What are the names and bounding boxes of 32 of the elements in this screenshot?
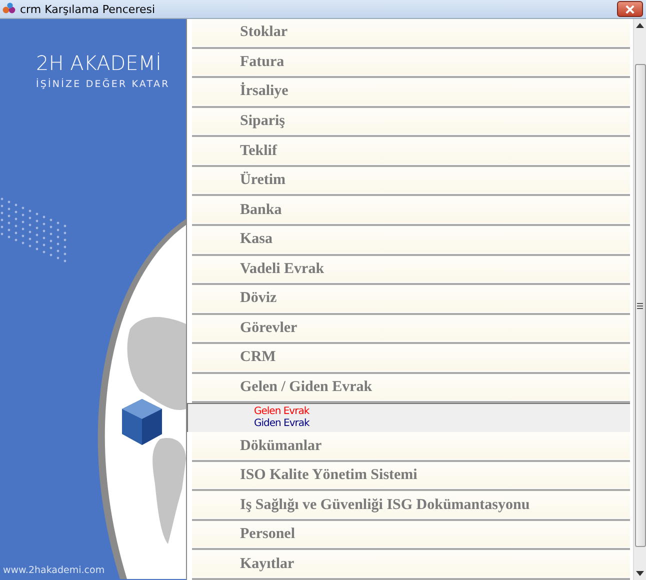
brand-tagline: İŞİNİZE DEĞER KATAR bbox=[36, 79, 170, 90]
window-title: crm Karşılama Penceresi bbox=[20, 2, 156, 16]
menu-item[interactable]: Stoklar bbox=[192, 19, 630, 49]
app-icon bbox=[2, 2, 16, 16]
menu-item[interactable]: Kayıtlar bbox=[192, 550, 630, 580]
menu-item[interactable]: Görevler bbox=[192, 314, 630, 344]
menu-item[interactable]: Teklif bbox=[192, 137, 630, 167]
menu-item[interactable]: İrsaliye bbox=[192, 78, 630, 108]
menu-item[interactable]: Banka bbox=[192, 196, 630, 226]
submenu-link[interactable]: Gelen Evrak bbox=[254, 406, 630, 418]
menu-item[interactable]: Personel bbox=[192, 520, 630, 550]
menu-item[interactable]: Kasa bbox=[192, 226, 630, 256]
menu-item[interactable]: Vadeli Evrak bbox=[192, 256, 630, 286]
scrollbar[interactable] bbox=[633, 19, 646, 580]
menu-item[interactable]: Döviz bbox=[192, 285, 630, 315]
menu-item[interactable]: Gelen / Giden Evrak bbox=[192, 374, 630, 404]
scroll-down-icon[interactable] bbox=[636, 571, 644, 576]
menu-item[interactable]: ISO Kalite Yönetim Sistemi bbox=[192, 462, 630, 492]
scroll-thumb[interactable] bbox=[634, 64, 646, 547]
website-url: www.2hakademi.com bbox=[3, 565, 105, 576]
scroll-up-icon[interactable] bbox=[636, 23, 644, 28]
menu-item[interactable]: Dökümanlar bbox=[192, 432, 630, 462]
menu-item[interactable]: Üretim bbox=[192, 166, 630, 196]
menu-item[interactable]: Fatura bbox=[192, 48, 630, 78]
close-button[interactable] bbox=[617, 1, 643, 17]
menu-item[interactable]: CRM bbox=[192, 344, 630, 374]
submenu-link[interactable]: Giden Evrak bbox=[254, 418, 630, 430]
menu-item[interactable]: Iş Sağlığı ve Güvenliği ISG Dokümantasyonu bbox=[192, 491, 630, 521]
menu-item[interactable]: Sipariş bbox=[192, 108, 630, 138]
brand-logo: 2H AKADEMİ bbox=[36, 51, 162, 75]
grip-icon bbox=[637, 302, 643, 308]
close-icon bbox=[625, 4, 635, 14]
